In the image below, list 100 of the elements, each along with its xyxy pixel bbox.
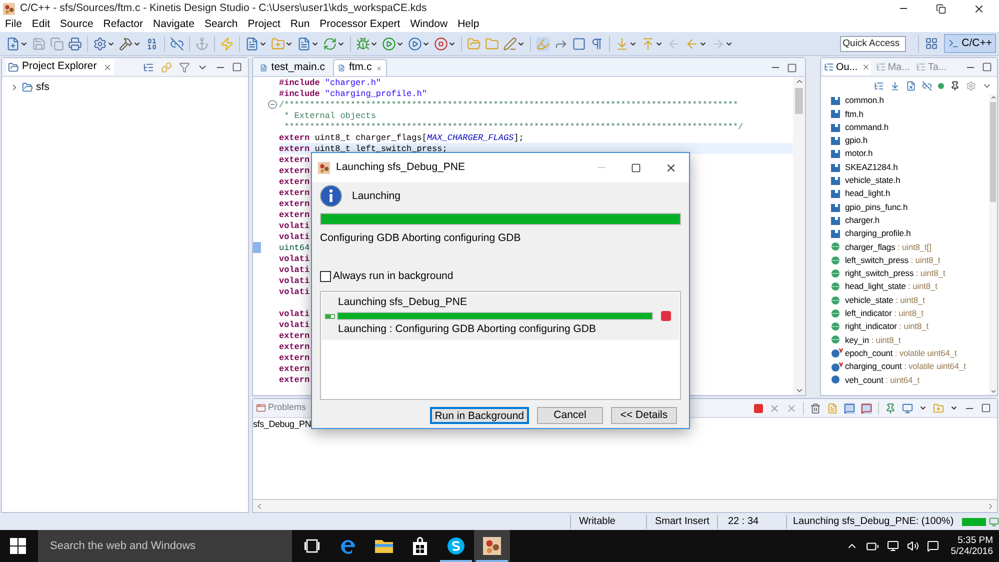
menu-item[interactable]: Window xyxy=(410,16,448,32)
outline-item[interactable]: head_light_state : uint8_t xyxy=(845,280,938,294)
chat-app-icon[interactable] xyxy=(447,537,465,555)
task-view-icon[interactable] xyxy=(304,539,320,553)
panel-tab[interactable]: Project Explorer xyxy=(6,59,114,75)
stop-icon[interactable] xyxy=(434,36,448,50)
scroll-right-icon[interactable] xyxy=(986,502,995,510)
outline-item[interactable]: gpio_pins_func.h xyxy=(845,200,908,214)
panel-tab[interactable]: Problems xyxy=(256,401,306,415)
outline-item[interactable]: veh_count : uint64_t xyxy=(845,374,920,386)
outline-item[interactable]: epoch_count : volatile uint64_t xyxy=(845,346,957,360)
dialog-button[interactable]: Cancel xyxy=(537,406,603,424)
clock-time[interactable]: 5:35 PM xyxy=(958,535,993,546)
dropdown-caret-icon[interactable] xyxy=(311,40,319,48)
maximize-icon[interactable] xyxy=(631,162,641,172)
outline-item[interactable]: right_switch_press : uint8_t xyxy=(845,267,946,280)
menu-item[interactable]: Search xyxy=(204,16,238,32)
show-output-icon[interactable] xyxy=(844,402,855,414)
network-icon[interactable] xyxy=(886,540,899,552)
windows-start-icon[interactable] xyxy=(10,538,26,554)
battery-icon[interactable] xyxy=(866,540,879,552)
menu-item[interactable]: Refactor xyxy=(103,16,143,32)
printer-icon[interactable] xyxy=(68,36,82,50)
dropdown-caret-icon[interactable] xyxy=(285,40,293,48)
quick-access-field[interactable]: Quick Access xyxy=(840,36,906,52)
dropdown-caret-icon[interactable] xyxy=(950,404,958,412)
outline-item[interactable]: charging_profile.h xyxy=(845,227,911,240)
dropdown-caret-icon[interactable] xyxy=(133,40,141,48)
dropdown-caret-icon[interactable] xyxy=(448,40,456,48)
menu-item[interactable]: Processor Expert xyxy=(320,16,400,32)
close-icon[interactable] xyxy=(973,2,985,14)
open-perspective-icon[interactable] xyxy=(924,37,938,50)
dropdown-caret-icon[interactable] xyxy=(396,40,404,48)
show-error-icon[interactable] xyxy=(861,402,872,414)
dropdown-caret-icon[interactable] xyxy=(629,40,637,48)
outline-item[interactable]: right_indicator : uint8_t xyxy=(845,320,929,334)
volume-icon[interactable] xyxy=(906,540,919,552)
menu-item[interactable]: Source xyxy=(60,16,94,32)
outline-item[interactable]: command.h xyxy=(845,120,889,134)
hammer-icon[interactable] xyxy=(119,36,133,50)
dropdown-caret-icon[interactable] xyxy=(337,40,345,48)
sort-icon[interactable] xyxy=(890,80,900,90)
checkbox[interactable] xyxy=(320,271,331,282)
horizontal-scrollbar[interactable] xyxy=(253,500,997,512)
dialog-button[interactable]: Run in Background xyxy=(430,406,529,424)
browser-icon[interactable] xyxy=(339,537,357,555)
menu-item[interactable]: Run xyxy=(290,16,310,32)
pilcrow-icon[interactable] xyxy=(590,36,604,50)
scroll-down-icon[interactable] xyxy=(990,388,996,395)
folder-icon[interactable] xyxy=(375,538,393,554)
dropdown-caret-icon[interactable] xyxy=(20,40,28,48)
scroll-left-icon[interactable] xyxy=(255,502,264,510)
remove-launch-icon[interactable] xyxy=(769,402,780,414)
shopping-bag-icon[interactable] xyxy=(412,537,428,555)
maximize-icon[interactable] xyxy=(787,62,797,72)
maximize-icon[interactable] xyxy=(982,62,992,72)
tree-item[interactable]: sfs xyxy=(10,80,248,96)
panel-tab[interactable]: Ou... xyxy=(823,60,871,74)
menu-item[interactable]: File xyxy=(5,16,22,32)
dropdown-caret-icon[interactable] xyxy=(699,40,707,48)
dropdown-caret-icon[interactable] xyxy=(422,40,430,48)
stop-icon[interactable] xyxy=(754,404,763,412)
outline-item[interactable]: ftm.h xyxy=(845,108,864,120)
dropdown-caret-icon[interactable] xyxy=(919,404,927,412)
outline-item[interactable]: charging_count : volatile uint64_t xyxy=(845,360,966,373)
menu-item[interactable]: Edit xyxy=(32,16,50,32)
editor-tab[interactable]: test_main.c xyxy=(255,59,330,76)
dropdown-caret-icon[interactable] xyxy=(655,40,663,48)
scrollbar-thumb[interactable] xyxy=(795,88,803,114)
outline-item[interactable]: motor.h xyxy=(845,147,873,160)
outline-item[interactable]: head_light.h xyxy=(845,187,890,200)
block-icon[interactable] xyxy=(572,36,586,50)
outline-item[interactable]: vehicle_state.h xyxy=(845,174,900,187)
menu-item[interactable]: Project xyxy=(248,16,280,32)
clock-date[interactable]: 5/24/2016 xyxy=(950,546,993,557)
search-field[interactable]: Search the web and Windows xyxy=(38,530,292,562)
pin-icon[interactable] xyxy=(950,80,960,90)
menu-item[interactable]: Navigate xyxy=(152,16,194,32)
outline-item[interactable]: charger_flags : uint8_t[] xyxy=(845,240,932,254)
fold-icon[interactable] xyxy=(268,100,277,109)
outline-item[interactable]: gpio.h xyxy=(845,134,868,147)
filter-icon[interactable] xyxy=(179,62,190,72)
vertical-scrollbar[interactable] xyxy=(793,77,805,395)
dropdown-caret-icon[interactable] xyxy=(725,40,733,48)
run-external-icon[interactable] xyxy=(408,36,422,50)
unlink-icon[interactable] xyxy=(170,36,184,50)
scroll-up-icon[interactable] xyxy=(990,94,996,101)
vertical-scrollbar[interactable] xyxy=(989,94,997,395)
maximize-icon[interactable] xyxy=(981,403,991,413)
dialog-button[interactable]: << Details xyxy=(611,406,677,424)
collapse-all-icon[interactable] xyxy=(143,62,154,72)
restore-icon[interactable] xyxy=(936,4,946,14)
binary-icon[interactable] xyxy=(145,36,159,50)
stop-icon[interactable] xyxy=(661,311,671,322)
scroll-down-icon[interactable] xyxy=(794,386,804,395)
editor-tab[interactable]: ftm.c xyxy=(333,59,387,76)
dropdown-caret-icon[interactable] xyxy=(517,40,525,48)
outline-item[interactable]: common.h xyxy=(845,94,884,108)
collapse-all-icon[interactable] xyxy=(874,80,884,90)
notification-icon[interactable] xyxy=(926,540,939,552)
